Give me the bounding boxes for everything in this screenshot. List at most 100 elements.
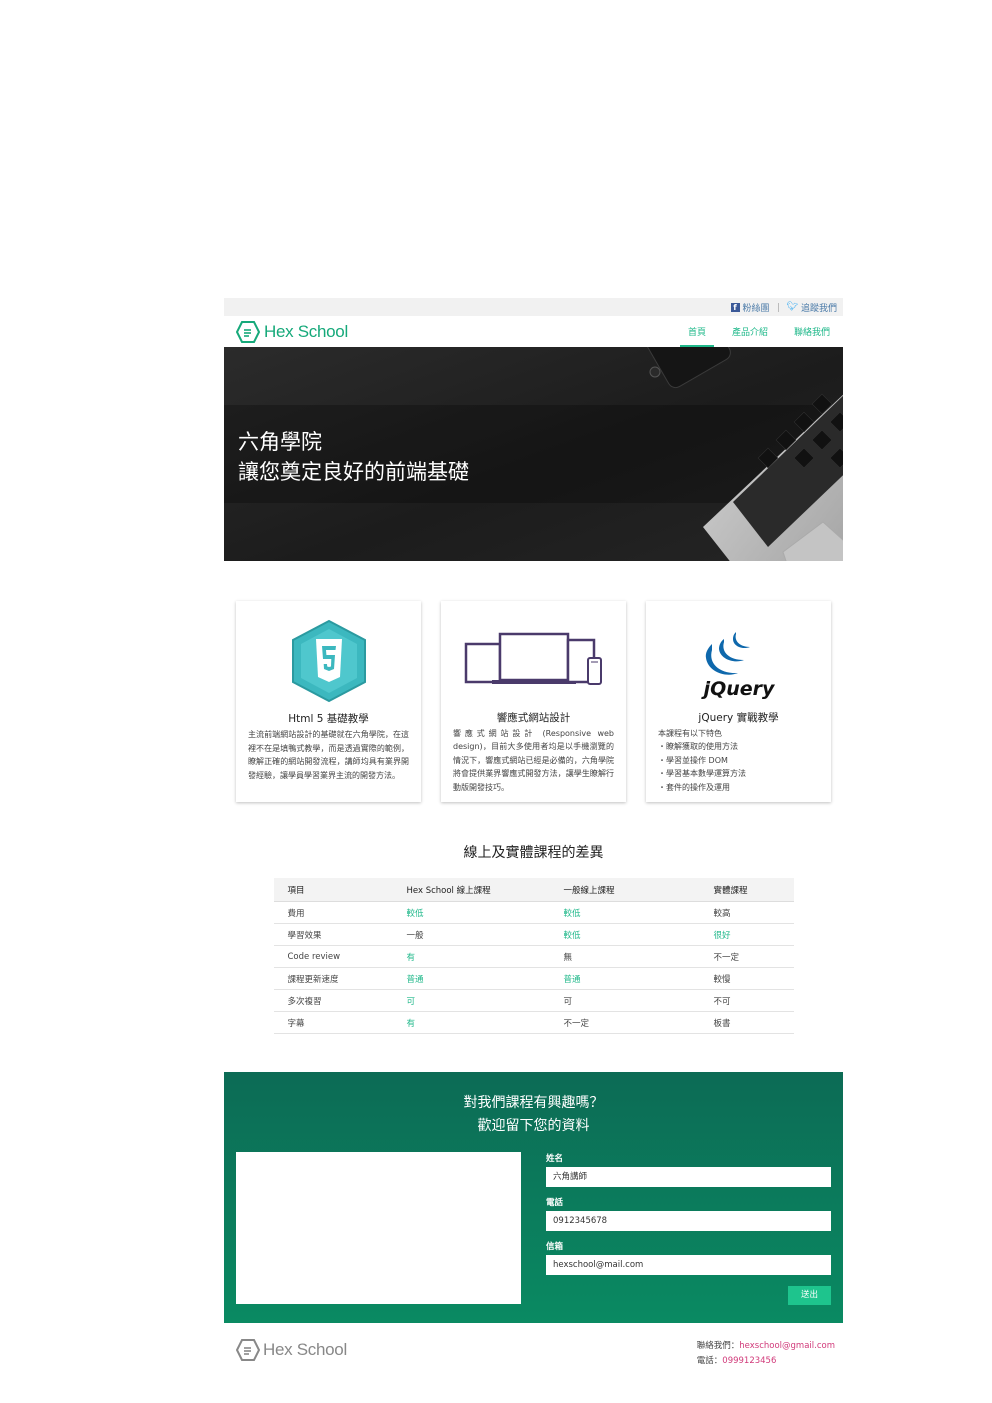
footer-email-line: 聯絡我們：hexschool@gmail.com (697, 1339, 835, 1354)
contact-form: 姓名 六角講師 電話 0912345678 信箱 hexschool@mail.… (546, 1152, 831, 1305)
table-cell: 學習效果 (273, 923, 393, 946)
feature-card-jquery: jQuery jQuery 實戰教學 本課程有以下特色 ・瞭解獲取的使用方法 ・… (646, 601, 831, 802)
table-cell: 不一定 (699, 945, 794, 968)
footer-logo[interactable]: Hex School (236, 1339, 347, 1361)
column-header: Hex School 線上課程 (392, 878, 550, 902)
twitter-icon: 🐦︎ (786, 302, 798, 312)
facebook-icon: f (730, 302, 740, 312)
table-header-row: 項目 Hex School 線上課程 一般線上課程 實體課程 (273, 878, 794, 902)
table-cell: 不可 (699, 989, 794, 1012)
email-field[interactable]: hexschool@mail.com (546, 1255, 831, 1275)
table-cell: 無 (549, 945, 700, 968)
table-cell: 一般 (392, 923, 550, 946)
table-cell: 板書 (699, 1011, 794, 1034)
features-section: Html 5 基礎教學 主流前端網站設計的基礎就在六角學院，在這裡不在是填鴨式教… (224, 561, 843, 802)
site-logo[interactable]: Hex School (236, 320, 348, 343)
table-row: 字幕有不一定 板書 (273, 1011, 794, 1034)
table-row: 費用 較低 較低 較高 (273, 901, 794, 924)
feature-title: Html 5 基礎教學 (288, 713, 369, 725)
hero-title: 六角學院 讓您奠定良好的前端基礎 (238, 427, 469, 487)
top-bar: f 粉絲團 🐦︎ 追蹤我們 (224, 298, 843, 316)
table-row: 課程更新速度 普通 普通 較慢 (273, 967, 794, 990)
column-header: 一般線上課程 (549, 878, 700, 902)
twitter-link[interactable]: 🐦︎ 追蹤我們 (787, 301, 837, 314)
hero-line-2: 讓您奠定良好的前端基礎 (238, 460, 469, 484)
nav-products[interactable]: 產品介紹 (724, 316, 776, 347)
table-cell: 可 (392, 989, 550, 1012)
navbar: Hex School 首頁 產品介紹 聯絡我們 (224, 316, 843, 347)
list-item: ・瞭解獲取的使用方法 (658, 742, 738, 751)
table-cell: 有 (392, 1011, 550, 1034)
footer: Hex School 聯絡我們：hexschool@gmail.com 電話：0… (224, 1323, 843, 1378)
table-cell: 課程更新速度 (273, 967, 393, 990)
footer-phone-link[interactable]: 0999123456 (722, 1356, 776, 1366)
table-cell: 可 (549, 989, 700, 1012)
list-item: ・套件的操作及運用 (658, 782, 730, 792)
facebook-label: 粉絲團 (742, 303, 770, 314)
footer-logo-text: Hex School (263, 1340, 347, 1359)
submit-button[interactable]: 送出 (788, 1286, 831, 1305)
feature-text: 響應式網站設計 (Responsive web design)，目前大多使用者均… (453, 728, 614, 792)
feature-title: jQuery 實戰教學 (698, 711, 779, 724)
table-cell: Code review (273, 945, 393, 968)
table-cell: 很好 (699, 923, 794, 946)
table-cell: 較慢 (699, 967, 794, 990)
table-row: 學習效果 一般 較低 很好 (273, 923, 794, 946)
footer-phone-line: 電話：0999123456 (697, 1354, 835, 1369)
table-cell: 費用 (273, 901, 393, 924)
facebook-link[interactable]: f 粉絲團 (730, 301, 770, 314)
twitter-label: 追蹤我們 (800, 303, 837, 314)
map-placeholder (236, 1152, 521, 1304)
table-cell: 不一定 (549, 1011, 700, 1034)
footer-email-link[interactable]: hexschool@gmail.com (739, 1341, 835, 1351)
laptop-image (645, 347, 843, 561)
table-cell: 有 (392, 945, 550, 968)
svg-text:jQuery: jQuery (700, 678, 775, 700)
table-cell: 普通 (549, 967, 700, 990)
footer-contact-label: 聯絡我們： (696, 1341, 740, 1351)
email-label: 信箱 (546, 1242, 564, 1252)
phone-field[interactable]: 0912345678 (546, 1211, 831, 1231)
hero-banner: 六角學院 讓您奠定良好的前端基礎 (224, 347, 843, 561)
feature-text: 主流前端網站設計的基礎就在六角學院，在這裡不在是填鴨式教學，而是透過實際的範例，… (248, 730, 409, 780)
contact-heading-line-2: 歡迎留下您的資料 (477, 1118, 590, 1134)
feature-card-responsive: 響應式網站設計 響應式網站設計 (Responsive web design)，… (441, 601, 626, 802)
jquery-icon: jQuery (694, 615, 784, 706)
comparison-title: 線上及實體課程的差異 (463, 845, 604, 861)
column-header: 實體課程 (699, 878, 794, 902)
table-cell: 較低 (549, 923, 700, 946)
list-item: ・學習基本數學運算方法 (658, 769, 746, 778)
phone-label: 電話 (546, 1198, 564, 1208)
list-item: 本課程有以下特色 (658, 728, 722, 738)
table-cell: 較高 (699, 901, 794, 924)
nav-home[interactable]: 首頁 (679, 316, 714, 347)
hex-logo-icon (236, 1339, 260, 1361)
table-cell: 較低 (392, 901, 550, 924)
comparison-table: 項目 Hex School 線上課程 一般線上課程 實體課程 費用 較低 較低 較高學… (273, 878, 794, 1034)
contact-heading: 對我們課程有興趣嗎？ 歡迎留下您的資料 (224, 1072, 843, 1138)
list-item: ・學習並操作 DOM (658, 755, 728, 765)
table-cell: 較低 (549, 901, 700, 924)
table-cell: 普通 (392, 967, 550, 990)
footer-contact-info: 聯絡我們：hexschool@gmail.com 電話：0999123456 (697, 1339, 835, 1369)
contact-section: 對我們課程有興趣嗎？ 歡迎留下您的資料 姓名 六角講師 電話 091234567… (224, 1072, 843, 1323)
name-field[interactable]: 六角講師 (546, 1167, 831, 1187)
main-nav: 首頁 產品介紹 聯絡我們 (675, 316, 843, 347)
contact-heading-line-1: 對我們課程有興趣嗎？ (463, 1095, 604, 1111)
table-cell: 多次複習 (273, 989, 393, 1012)
responsive-devices-icon (464, 615, 604, 706)
table-row: 多次複習可可不可 (273, 989, 794, 1012)
page: f 粉絲團 🐦︎ 追蹤我們 Hex School 首頁 產品介紹 聯絡我們 六角… (224, 298, 843, 1378)
hex-logo-icon (236, 320, 260, 343)
nav-contact[interactable]: 聯絡我們 (786, 316, 838, 347)
table-row: Code review 有無不一定 (273, 945, 794, 968)
hero-line-1: 六角學院 (238, 430, 322, 454)
divider (777, 302, 779, 312)
name-label: 姓名 (546, 1154, 564, 1164)
html5-icon (289, 615, 369, 707)
feature-title: 響應式網站設計 (496, 711, 571, 724)
feature-list: 本課程有以下特色 ・瞭解獲取的使用方法 ・學習並操作 DOM ・學習基本數學運算… (658, 727, 819, 795)
logo-text: Hex School (264, 321, 348, 341)
table-cell: 字幕 (273, 1011, 393, 1034)
column-header: 項目 (273, 878, 393, 902)
